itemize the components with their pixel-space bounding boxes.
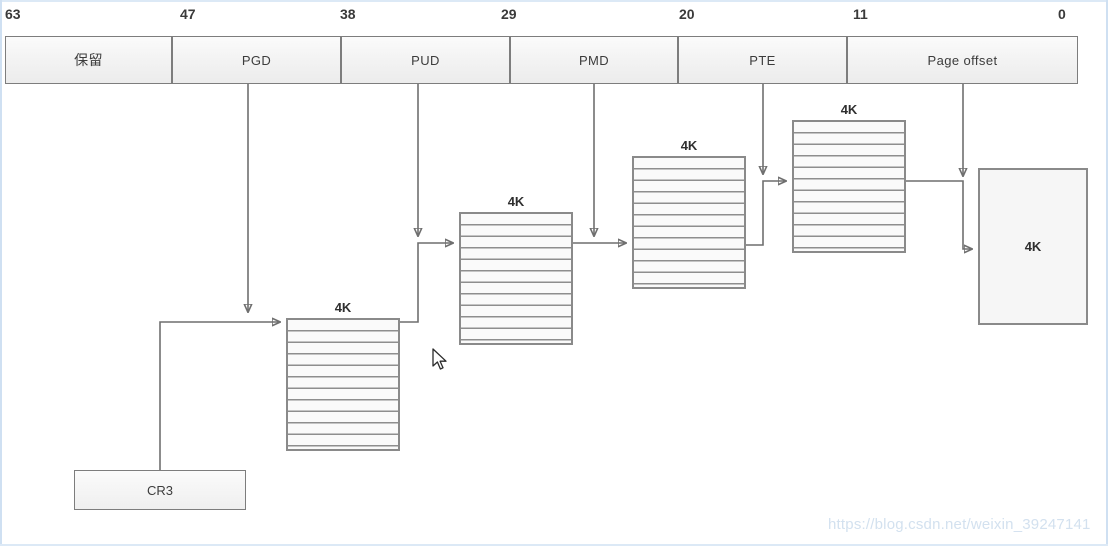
pmd-table[interactable] (632, 156, 746, 289)
pgd-table[interactable] (286, 318, 400, 451)
page-frame-caption: 4K (1024, 239, 1042, 254)
pud-table-caption: 4K (507, 194, 525, 209)
wire-pmd-to-pte (746, 181, 786, 246)
wire-pgd-to-pud (400, 243, 453, 323)
diagram-canvas: 63 47 38 29 20 11 0 保留 PGD PUD PMD PTE P… (0, 0, 1108, 546)
cr3-register[interactable]: CR3 (74, 470, 246, 510)
wire-cr3-to-pgd (159, 322, 280, 470)
pte-table-caption: 4K (840, 102, 858, 117)
pgd-table-caption: 4K (334, 300, 352, 315)
cr3-label: CR3 (146, 482, 173, 498)
watermark: https://blog.csdn.net/weixin_39247141 (828, 516, 1091, 533)
pud-table[interactable] (459, 212, 573, 345)
pmd-table-caption: 4K (680, 138, 698, 153)
pte-table[interactable] (792, 120, 906, 253)
page-frame[interactable]: 4K (978, 168, 1088, 325)
wire-pte-to-frame (906, 180, 972, 249)
mouse-cursor-icon (432, 348, 447, 370)
